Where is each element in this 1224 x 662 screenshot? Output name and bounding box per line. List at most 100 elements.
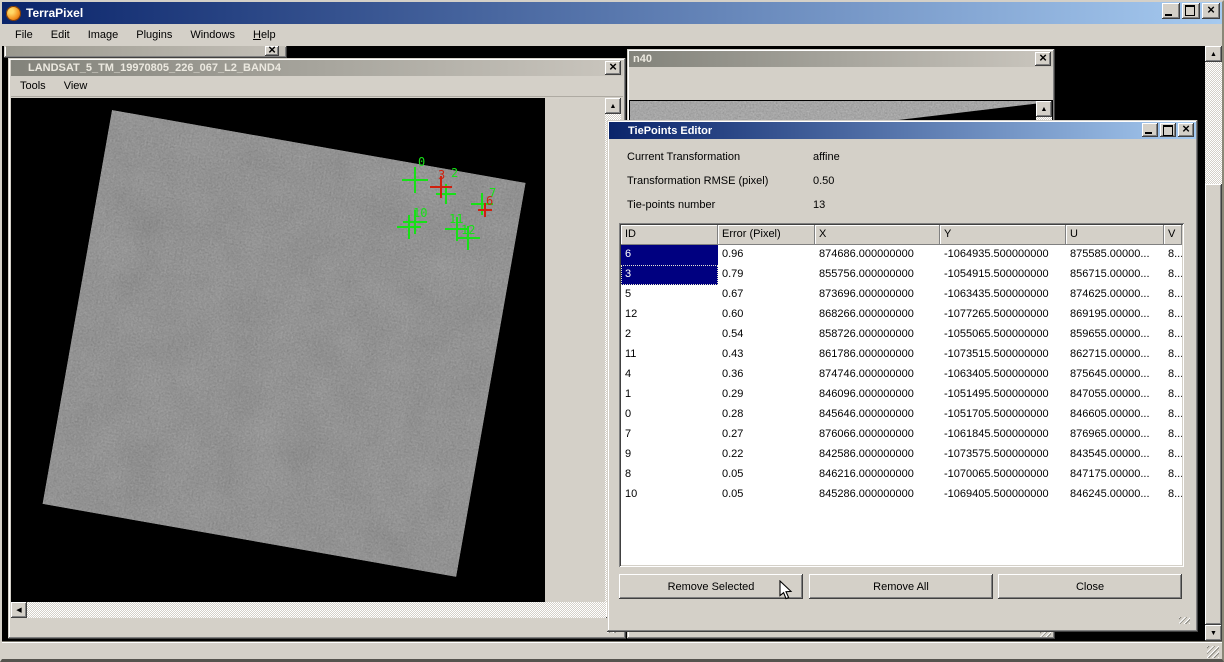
cell-u[interactable]: 847175.00000... bbox=[1066, 465, 1164, 485]
close-dialog-button[interactable]: Close bbox=[998, 574, 1182, 599]
menu-help[interactable]: Help bbox=[244, 26, 285, 44]
cell-v[interactable]: 8... bbox=[1164, 365, 1182, 385]
cell-x[interactable]: 858726.000000000 bbox=[815, 325, 940, 345]
scroll-up-button[interactable] bbox=[605, 98, 621, 114]
cell-id[interactable]: 10 bbox=[621, 485, 718, 505]
cell-id[interactable]: 6 bbox=[621, 245, 718, 265]
landsat-close-button[interactable] bbox=[605, 61, 621, 75]
column-header-id[interactable]: ID bbox=[621, 225, 718, 245]
table-row[interactable]: 10 0.05 845286.000000000 -1069405.500000… bbox=[621, 485, 1182, 505]
cell-y[interactable]: -1069405.500000000 bbox=[940, 485, 1066, 505]
tiepoints-close-button[interactable] bbox=[1178, 123, 1194, 137]
cell-v[interactable]: 8... bbox=[1164, 405, 1182, 425]
cell-u[interactable]: 869195.00000... bbox=[1066, 305, 1164, 325]
cell-y[interactable]: -1073575.500000000 bbox=[940, 445, 1066, 465]
cell-error[interactable]: 0.28 bbox=[718, 405, 815, 425]
cell-y[interactable]: -1051495.500000000 bbox=[940, 385, 1066, 405]
tiepoints-minimize-button[interactable] bbox=[1142, 123, 1158, 137]
tiepoints-maximize-button[interactable] bbox=[1160, 123, 1176, 137]
cell-x[interactable]: 855756.000000000 bbox=[815, 265, 940, 285]
cell-v[interactable]: 8... bbox=[1164, 485, 1182, 505]
resize-grip[interactable] bbox=[1207, 646, 1219, 658]
cell-x[interactable]: 876066.000000000 bbox=[815, 425, 940, 445]
cell-error[interactable]: 0.27 bbox=[718, 425, 815, 445]
cell-v[interactable]: 8... bbox=[1164, 385, 1182, 405]
cell-v[interactable]: 8... bbox=[1164, 345, 1182, 365]
table-row[interactable]: 12 0.60 868266.000000000 -1077265.500000… bbox=[621, 305, 1182, 325]
menu-edit[interactable]: Edit bbox=[42, 26, 79, 44]
cell-error[interactable]: 0.96 bbox=[718, 245, 815, 265]
cell-id[interactable]: 11 bbox=[621, 345, 718, 365]
cell-x[interactable]: 874746.000000000 bbox=[815, 365, 940, 385]
background-window-sliver[interactable] bbox=[4, 46, 287, 58]
scroll-up-button[interactable] bbox=[1205, 46, 1222, 62]
table-row[interactable]: 0 0.28 845646.000000000 -1051705.5000000… bbox=[621, 405, 1182, 425]
table-row[interactable]: 7 0.27 876066.000000000 -1061845.5000000… bbox=[621, 425, 1182, 445]
cell-x[interactable]: 846216.000000000 bbox=[815, 465, 940, 485]
table-row[interactable]: 9 0.22 842586.000000000 -1073575.5000000… bbox=[621, 445, 1182, 465]
table-row[interactable]: 6 0.96 874686.000000000 -1064935.5000000… bbox=[621, 245, 1182, 265]
n40-close-button[interactable] bbox=[1035, 52, 1051, 66]
cell-u[interactable]: 875645.00000... bbox=[1066, 365, 1164, 385]
remove-all-button[interactable]: Remove All bbox=[809, 574, 993, 599]
cell-y[interactable]: -1054915.500000000 bbox=[940, 265, 1066, 285]
close-button[interactable] bbox=[1202, 3, 1220, 19]
cell-x[interactable]: 845286.000000000 bbox=[815, 485, 940, 505]
landsat-menu-view[interactable]: View bbox=[55, 77, 97, 95]
scroll-left-button[interactable] bbox=[11, 602, 27, 618]
cell-v[interactable]: 8... bbox=[1164, 425, 1182, 445]
cell-v[interactable]: 8... bbox=[1164, 445, 1182, 465]
cell-y[interactable]: -1077265.500000000 bbox=[940, 305, 1066, 325]
cell-y[interactable]: -1064935.500000000 bbox=[940, 245, 1066, 265]
table-row[interactable]: 4 0.36 874746.000000000 -1063405.5000000… bbox=[621, 365, 1182, 385]
cell-error[interactable]: 0.43 bbox=[718, 345, 815, 365]
landsat-horizontal-scrollbar[interactable] bbox=[11, 602, 622, 618]
resize-grip[interactable] bbox=[1179, 617, 1190, 624]
column-header-error[interactable]: Error (Pixel) bbox=[718, 225, 815, 245]
cell-id[interactable]: 8 bbox=[621, 465, 718, 485]
cell-x[interactable]: 861786.000000000 bbox=[815, 345, 940, 365]
cell-u[interactable]: 843545.00000... bbox=[1066, 445, 1164, 465]
cell-v[interactable]: 8... bbox=[1164, 265, 1182, 285]
cell-id[interactable]: 12 bbox=[621, 305, 718, 325]
cell-id[interactable]: 1 bbox=[621, 385, 718, 405]
cell-x[interactable]: 868266.000000000 bbox=[815, 305, 940, 325]
table-row[interactable]: 5 0.67 873696.000000000 -1063435.5000000… bbox=[621, 285, 1182, 305]
cell-y[interactable]: -1073515.500000000 bbox=[940, 345, 1066, 365]
cell-y[interactable]: -1070065.500000000 bbox=[940, 465, 1066, 485]
cell-x[interactable]: 845646.000000000 bbox=[815, 405, 940, 425]
landsat-image-view[interactable]: 0 2 3 7 6 10 11 bbox=[11, 98, 545, 602]
maximize-button[interactable] bbox=[1182, 3, 1200, 19]
landsat-title-bar[interactable]: LANDSAT_5_TM_19970805_226_067_L2_BAND4 bbox=[11, 60, 623, 76]
table-row[interactable]: 1 0.29 846096.000000000 -1051495.5000000… bbox=[621, 385, 1182, 405]
scrollbar-thumb[interactable] bbox=[1205, 184, 1222, 625]
cell-error[interactable]: 0.05 bbox=[718, 465, 815, 485]
menu-file[interactable]: File bbox=[6, 26, 42, 44]
cell-u[interactable]: 862715.00000... bbox=[1066, 345, 1164, 365]
column-header-y[interactable]: Y bbox=[940, 225, 1066, 245]
cell-x[interactable]: 873696.000000000 bbox=[815, 285, 940, 305]
background-window-close-button[interactable] bbox=[265, 46, 279, 56]
cell-v[interactable]: 8... bbox=[1164, 285, 1182, 305]
cell-x[interactable]: 874686.000000000 bbox=[815, 245, 940, 265]
menu-windows[interactable]: Windows bbox=[181, 26, 244, 44]
cell-id[interactable]: 2 bbox=[621, 325, 718, 345]
cell-u[interactable]: 859655.00000... bbox=[1066, 325, 1164, 345]
landsat-menu-tools[interactable]: Tools bbox=[11, 77, 55, 95]
cell-u[interactable]: 846605.00000... bbox=[1066, 405, 1164, 425]
minimize-button[interactable] bbox=[1162, 3, 1180, 19]
scroll-up-button[interactable] bbox=[1036, 101, 1052, 117]
cell-u[interactable]: 876965.00000... bbox=[1066, 425, 1164, 445]
column-header-x[interactable]: X bbox=[815, 225, 940, 245]
cell-id[interactable]: 9 bbox=[621, 445, 718, 465]
scroll-down-button[interactable] bbox=[1205, 625, 1222, 641]
background-window-titlebar[interactable] bbox=[6, 46, 285, 56]
cell-error[interactable]: 0.22 bbox=[718, 445, 815, 465]
cell-y[interactable]: -1051705.500000000 bbox=[940, 405, 1066, 425]
cell-u[interactable]: 875585.00000... bbox=[1066, 245, 1164, 265]
cell-error[interactable]: 0.29 bbox=[718, 385, 815, 405]
mdi-vertical-scrollbar[interactable] bbox=[1205, 46, 1222, 641]
remove-selected-button[interactable]: Remove Selected bbox=[619, 574, 803, 599]
cell-u[interactable]: 856715.00000... bbox=[1066, 265, 1164, 285]
cell-error[interactable]: 0.54 bbox=[718, 325, 815, 345]
